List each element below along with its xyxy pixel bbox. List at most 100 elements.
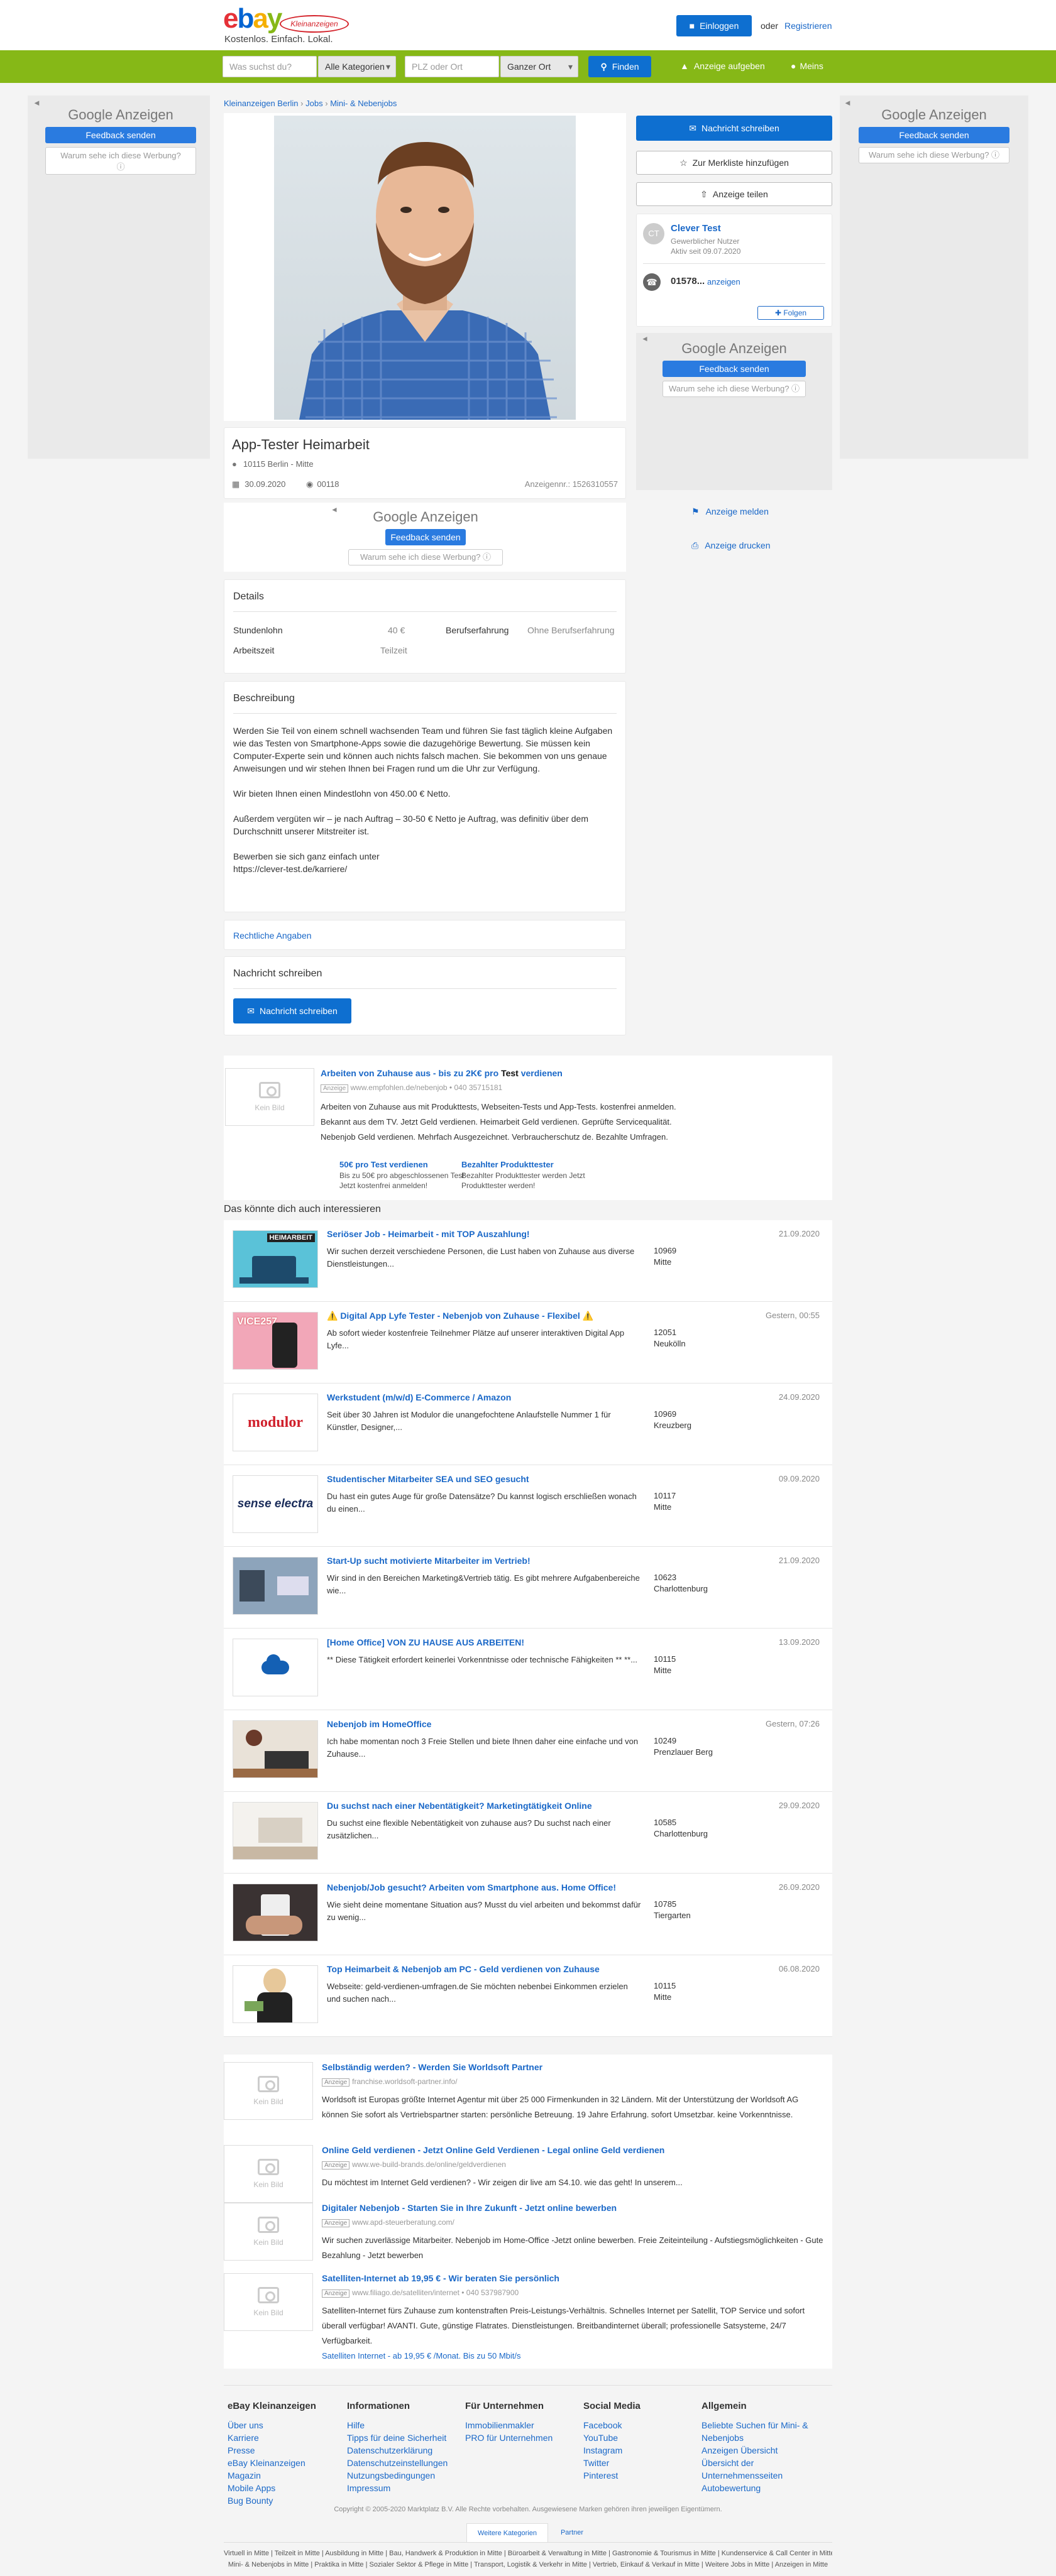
register-link[interactable]: Registrieren xyxy=(784,21,832,31)
contact-message-button[interactable]: ✉ Nachricht schreiben xyxy=(233,998,351,1023)
find-button[interactable]: ⚲ Finden xyxy=(588,56,651,77)
related-ad-title[interactable]: Werkstudent (m/w/d) E-Commerce / Amazon xyxy=(327,1392,704,1402)
related-ad-thumbnail[interactable] xyxy=(233,1884,318,1941)
feedback-button[interactable]: Feedback senden xyxy=(859,127,1009,143)
ad-back-arrow-icon[interactable]: ◄ xyxy=(33,98,41,107)
footer-link[interactable]: Instagram xyxy=(583,2444,696,2457)
footer-link[interactable]: Bug Bounty xyxy=(228,2494,341,2507)
post-ad-link[interactable]: ▲ Anzeige aufgeben xyxy=(680,61,765,71)
footer-link[interactable]: Übersicht der Unternehmensseiten xyxy=(701,2457,827,2482)
bottom-ad-title[interactable]: Online Geld verdienen - Jetzt Online Gel… xyxy=(322,2145,664,2155)
footer-link[interactable]: Pinterest xyxy=(583,2469,696,2482)
feedback-button[interactable]: Feedback senden xyxy=(663,361,806,377)
breadcrumb-item[interactable]: Jobs xyxy=(305,99,322,108)
category-links-row[interactable]: Mini- & Nebenjobs in Mitte | Praktika in… xyxy=(224,2561,832,2568)
footer-link[interactable]: Mobile Apps xyxy=(228,2482,341,2494)
ad-thumbnail[interactable]: Kein Bild xyxy=(224,2273,313,2331)
related-ad-thumbnail[interactable] xyxy=(233,1639,318,1696)
ad-back-arrow-icon[interactable]: ◄ xyxy=(331,505,338,514)
related-ad-thumbnail[interactable] xyxy=(233,1557,318,1615)
location-input[interactable]: PLZ oder Ort xyxy=(405,56,499,77)
follow-button[interactable]: ✚ Folgen xyxy=(757,306,824,320)
why-ad-button[interactable]: Warum sehe ich diese Werbung? ⓘ xyxy=(859,147,1009,163)
bottom-ad-url[interactable]: Anzeige franchise.worldsoft-partner.info/ xyxy=(322,2077,458,2087)
feedback-button[interactable]: Feedback senden xyxy=(45,127,196,143)
mine-link[interactable]: ● Meins xyxy=(791,61,823,71)
category-select[interactable]: Alle Kategorien xyxy=(318,56,396,77)
footer-link[interactable]: Facebook xyxy=(583,2419,696,2431)
ad-back-arrow-icon[interactable]: ◄ xyxy=(844,98,852,107)
related-ad-thumbnail[interactable] xyxy=(233,1720,318,1778)
ad-thumbnail[interactable]: Kein Bild xyxy=(224,2145,313,2203)
sitelink[interactable]: Bezahlter Produkttester Bezahlter Produk… xyxy=(461,1160,587,1191)
footer-link[interactable]: Beliebte Suchen für Mini- & Nebenjobs xyxy=(701,2419,827,2444)
related-ad-title[interactable]: [Home Office] VON ZU HAUSE AUS ARBEITEN! xyxy=(327,1637,704,1647)
ad-back-arrow-icon[interactable]: ◄ xyxy=(641,334,649,343)
breadcrumb-item[interactable]: Mini- & Nebenjobs xyxy=(330,99,397,108)
footer-link[interactable]: Autobewertung xyxy=(701,2482,827,2494)
related-ad-title[interactable]: ⚠️ Digital App Lyfe Tester - Nebenjob vo… xyxy=(327,1311,704,1321)
sponsored-ad-url[interactable]: Anzeige www.empfohlen.de/nebenjob • 040 … xyxy=(321,1083,502,1093)
footer-link[interactable]: Karriere xyxy=(228,2431,341,2444)
bottom-ad-url[interactable]: Anzeige www.filiago.de/satelliten/interne… xyxy=(322,2288,519,2298)
related-ad-row[interactable]: Start-Up sucht motivierte Mitarbeiter im… xyxy=(224,1547,832,1629)
footer-link[interactable]: Datenschutzerklärung xyxy=(347,2444,460,2457)
footer-link[interactable]: eBay Kleinanzeigen Magazin xyxy=(228,2457,341,2482)
related-ad-title[interactable]: Top Heimarbeit & Nebenjob am PC - Geld v… xyxy=(327,1964,704,1974)
related-ad-thumbnail[interactable] xyxy=(233,1965,318,2023)
footer-link[interactable]: YouTube xyxy=(583,2431,696,2444)
related-ad-title[interactable]: Nebenjob/Job gesucht? Arbeiten vom Smart… xyxy=(327,1882,704,1892)
feedback-button[interactable]: Feedback senden xyxy=(385,529,466,545)
breadcrumb-item[interactable]: Kleinanzeigen Berlin xyxy=(224,99,299,108)
related-ad-row[interactable]: HEIMARBEIT Seriöser Job - Heimarbeit - mi… xyxy=(224,1220,832,1302)
why-ad-button[interactable]: Warum sehe ich diese Werbung? ⓘ xyxy=(348,549,503,565)
watchlist-button[interactable]: ☆ Zur Merkliste hinzufügen xyxy=(636,151,832,175)
sitelink[interactable]: 50€ pro Test verdienen Bis zu 50€ pro ab… xyxy=(339,1160,478,1191)
footer-link[interactable]: Nutzungsbedingungen xyxy=(347,2469,460,2482)
print-ad-link[interactable]: ⎙ Anzeige drucken xyxy=(691,540,771,551)
seller-name[interactable]: Clever Test xyxy=(671,223,721,234)
related-ad-row[interactable]: VICE257 ⚠️ Digital App Lyfe Tester - Nebe… xyxy=(224,1302,832,1384)
related-ad-thumbnail[interactable]: modulor xyxy=(233,1394,318,1451)
sponsored-ad-title[interactable]: Arbeiten von Zuhause aus - bis zu 2K€ pr… xyxy=(321,1068,563,1078)
related-ad-row[interactable]: Top Heimarbeit & Nebenjob am PC - Geld v… xyxy=(224,1955,832,2037)
related-ad-row[interactable]: sense electra Studentischer Mitarbeiter S… xyxy=(224,1465,832,1547)
related-ad-thumbnail[interactable]: HEIMARBEIT xyxy=(233,1230,318,1288)
related-ad-thumbnail[interactable] xyxy=(233,1802,318,1860)
footer-link[interactable]: Anzeigen Übersicht xyxy=(701,2444,827,2457)
related-ad-thumbnail[interactable]: sense electra xyxy=(233,1475,318,1533)
footer-link[interactable]: Über uns xyxy=(228,2419,341,2431)
related-ad-title[interactable]: Studentischer Mitarbeiter SEA und SEO ge… xyxy=(327,1474,704,1484)
ebay-kleinanzeigen-logo[interactable]: ebay Kleinanzeigen Kostenlos. Einfach. L… xyxy=(223,5,355,45)
footer-link[interactable]: Hilfe xyxy=(347,2419,460,2431)
ad-extra-link[interactable]: Satelliten Internet - ab 19,95 € /Monat.… xyxy=(322,2349,825,2364)
related-ad-row[interactable]: Nebenjob im HomeOffice Ich habe momentan … xyxy=(224,1710,832,1792)
bottom-ad-title[interactable]: Digitaler Nebenjob - Starten Sie in Ihre… xyxy=(322,2203,617,2213)
radius-select[interactable]: Ganzer Ort xyxy=(500,56,578,77)
why-ad-button[interactable]: Warum sehe ich diese Werbung? ⓘ xyxy=(663,381,806,397)
related-ad-title[interactable]: Seriöser Job - Heimarbeit - mit TOP Ausz… xyxy=(327,1229,704,1239)
tab-partner[interactable]: Partner xyxy=(553,2523,591,2542)
bottom-ad-title[interactable]: Selbständig werden? - Werden Sie Worldso… xyxy=(322,2062,542,2072)
footer-link[interactable]: Tipps für deine Sicherheit xyxy=(347,2431,460,2444)
related-ad-title[interactable]: Start-Up sucht motivierte Mitarbeiter im… xyxy=(327,1556,704,1566)
category-links-row[interactable]: Virtuell in Mitte | Teilzeit in Mitte | … xyxy=(224,2550,832,2557)
footer-link[interactable]: Impressum xyxy=(347,2482,460,2494)
related-ad-title[interactable]: Nebenjob im HomeOffice xyxy=(327,1719,704,1729)
image-gallery[interactable] xyxy=(224,113,626,421)
footer-link[interactable]: Immobilienmakler xyxy=(465,2419,578,2431)
related-ad-thumbnail[interactable]: VICE257 xyxy=(233,1312,318,1370)
related-ad-row[interactable]: modulor Werkstudent (m/w/d) E-Commerce / … xyxy=(224,1384,832,1465)
ad-thumbnail[interactable]: Kein Bild xyxy=(225,1068,314,1126)
bottom-ad-title[interactable]: Satelliten-Internet ab 19,95 € - Wir ber… xyxy=(322,2273,559,2283)
ad-thumbnail[interactable]: Kein Bild xyxy=(224,2062,313,2120)
footer-link[interactable]: Presse xyxy=(228,2444,341,2457)
related-ad-row[interactable]: Du suchst nach einer Nebentätigkeit? Mar… xyxy=(224,1792,832,1874)
bottom-ad-url[interactable]: Anzeige www.apd-steuerberatung.com/ xyxy=(322,2218,454,2227)
related-ad-row[interactable]: [Home Office] VON ZU HAUSE AUS ARBEITEN!… xyxy=(224,1629,832,1710)
bottom-ad-url[interactable]: Anzeige www.we-build-brands.de/online/gel… xyxy=(322,2160,506,2169)
ad-main-image[interactable] xyxy=(274,116,576,420)
share-button[interactable]: ⇧ Anzeige teilen xyxy=(636,182,832,206)
message-button[interactable]: ✉ Nachricht schreiben xyxy=(636,116,832,141)
legal-link[interactable]: Rechtliche Angaben xyxy=(233,931,312,941)
